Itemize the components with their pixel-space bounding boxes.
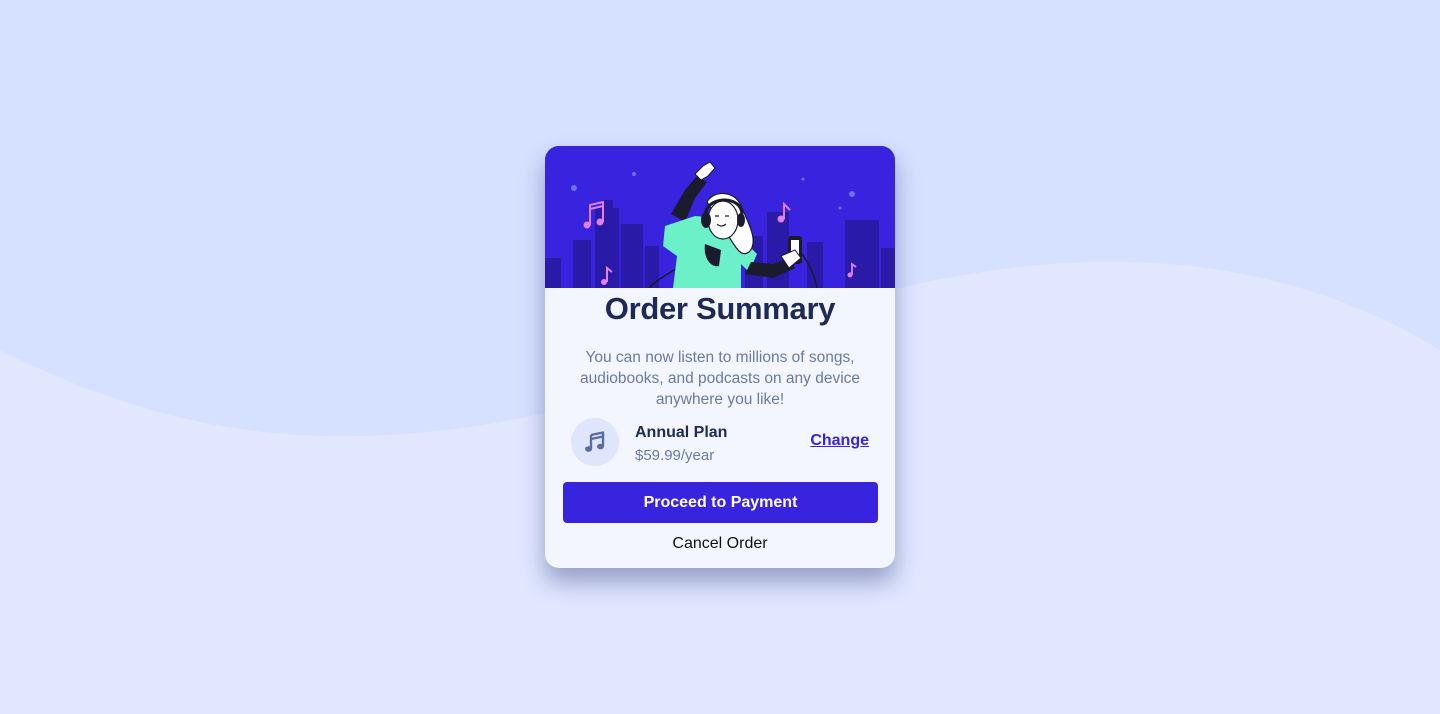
plan-summary: Annual Plan $59.99/year Change [571,418,869,466]
order-summary-card: Order Summary You can now listen to mill… [545,146,895,568]
proceed-to-payment-button[interactable]: Proceed to Payment [563,482,878,523]
plan-price: $59.99/year [635,447,715,464]
order-summary-title: Order Summary [604,291,836,326]
change-plan-link[interactable]: Change [810,432,869,450]
order-summary-description: You can now listen to millions of songs,… [579,349,861,408]
cancel-order-button[interactable]: Cancel Order [545,535,895,553]
plan-name: Annual Plan [635,424,728,441]
music-note-icon [571,418,619,466]
hero-illustration [545,146,895,288]
